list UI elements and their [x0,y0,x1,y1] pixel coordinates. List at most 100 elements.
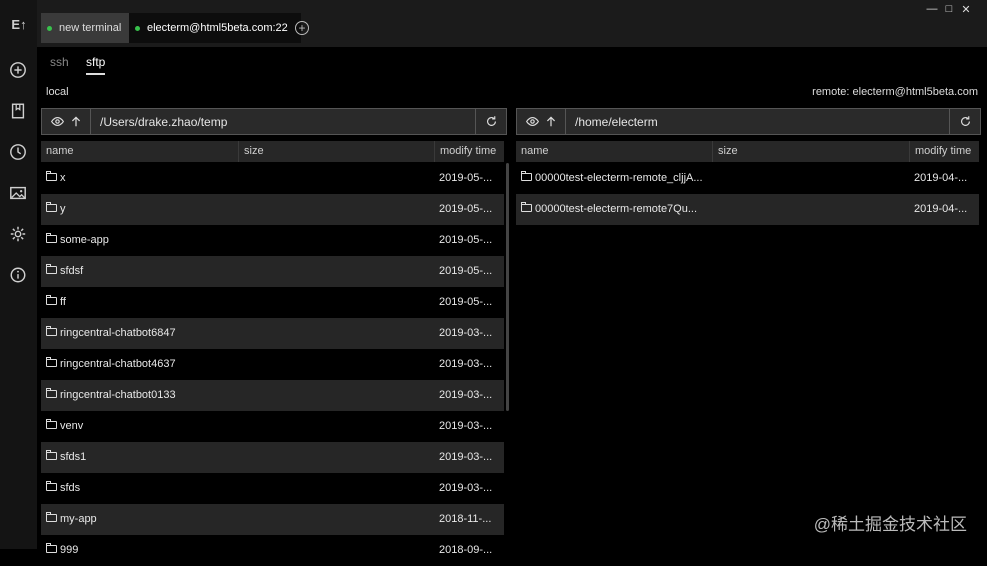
column-name[interactable]: name [41,141,238,162]
file-row[interactable]: sfds 2019-03-... [41,473,504,504]
path-actions [42,109,91,134]
remote-table-header: name size modify time [516,141,979,162]
file-modify-time: 2018-09-... [439,544,493,556]
tab-ssh[interactable]: ssh [50,55,69,69]
file-modify-time: 2019-03-... [439,358,493,370]
file-name: 999 [60,544,79,556]
file-modify-time: 2019-05-... [439,234,493,246]
file-name: sfds [60,482,81,494]
image-icon[interactable] [8,183,28,203]
folder-icon [46,295,57,305]
file-row[interactable]: y 2019-05-... [41,194,504,225]
file-modify-time: 2019-05-... [439,265,493,277]
refresh-icon[interactable] [949,109,980,134]
file-modify-time: 2019-03-... [439,389,493,401]
refresh-icon[interactable] [475,109,506,134]
info-icon[interactable] [8,265,28,285]
file-row[interactable]: ff 2019-05-... [41,287,504,318]
local-path-input[interactable]: /Users/drake.zhao/temp [91,115,475,129]
file-modify-time: 2019-03-... [439,327,493,339]
file-row[interactable]: 00000test-electerm-remote7Qu... 2019-04-.… [516,194,979,225]
folder-icon [46,388,57,398]
local-file-list: x 2019-05-... y 2019-05-... some-app 2019-05-… [41,163,504,566]
tab-new-terminal[interactable]: new terminal [41,13,135,43]
tab-label: electerm@html5beta.com:22 [147,22,288,34]
watermark: @稀土掘金技术社区 [813,515,967,534]
column-modify-time[interactable]: modify time [909,141,979,162]
folder-icon [46,419,57,429]
tab-electerm-session[interactable]: electerm@html5beta.com:22 [129,13,301,43]
path-actions [517,109,566,134]
column-modify-time[interactable]: modify time [434,141,504,162]
file-name: 00000test-electerm-remote_cljjA... [535,172,703,184]
folder-icon [521,202,532,212]
status-dot [135,25,140,31]
file-name: ff [60,296,66,308]
tab-label: new terminal [59,22,122,34]
file-modify-time: 2019-03-... [439,420,493,432]
file-modify-time: 2019-03-... [439,451,493,463]
file-row[interactable]: ringcentral-chatbot6847 2019-03-... [41,318,504,349]
file-name: 00000test-electerm-remote7Qu... [535,203,698,215]
file-name: x [60,172,66,184]
local-label: local [46,86,69,98]
file-row[interactable]: sfdsf 2019-05-... [41,256,504,287]
history-icon[interactable] [8,142,28,162]
file-row[interactable]: 999 2018-09-... [41,535,504,566]
file-name: ringcentral-chatbot4637 [60,358,176,370]
file-row[interactable]: x 2019-05-... [41,163,504,194]
tab-sftp[interactable]: sftp [86,55,106,75]
file-modify-time: 2019-04-... [914,203,968,215]
add-tab-button[interactable]: + [295,21,309,35]
gear-icon[interactable] [8,224,28,244]
local-path-bar: /Users/drake.zhao/temp [41,108,507,135]
file-name: some-app [60,234,109,246]
file-modify-time: 2019-05-... [439,296,493,308]
file-modify-time: 2019-05-... [439,172,493,184]
file-row[interactable]: my-app 2018-11-... [41,504,504,535]
file-modify-time: 2018-11-... [439,513,492,525]
remote-label: remote: electerm@html5beta.com [812,86,978,98]
tab-bar: new terminal electerm@html5beta.com:22 +… [37,0,987,47]
file-row[interactable]: ringcentral-chatbot0133 2019-03-... [41,380,504,411]
arrow-up-icon[interactable] [545,115,557,128]
sidebar: E↑ [0,0,37,549]
file-modify-time: 2019-04-... [914,172,968,184]
eye-icon[interactable] [525,115,539,128]
scrollbar[interactable] [506,163,509,411]
folder-icon [46,357,57,367]
folder-icon [46,264,57,274]
file-name: my-app [60,513,97,525]
file-row[interactable]: some-app 2019-05-... [41,225,504,256]
close-button[interactable]: ✕ [959,2,973,16]
folder-icon [46,233,57,243]
file-row[interactable]: ringcentral-chatbot4637 2019-03-... [41,349,504,380]
column-size[interactable]: size [238,141,434,162]
folder-icon [46,481,57,491]
file-row[interactable]: 00000test-electerm-remote_cljjA... 2019-0… [516,163,979,194]
bookmark-icon[interactable] [8,101,28,121]
maximize-button[interactable]: □ [942,2,956,16]
folder-icon [46,202,57,212]
app-logo: E↑ [11,16,27,32]
remote-file-list: 00000test-electerm-remote_cljjA... 2019-0… [516,163,979,225]
minimize-button[interactable]: — [925,2,939,16]
local-table-header: name size modify time [41,141,504,162]
file-name: y [60,203,66,215]
arrow-up-icon[interactable] [70,115,82,128]
eye-icon[interactable] [50,115,64,128]
remote-path-input[interactable]: /home/electerm [566,115,949,129]
column-size[interactable]: size [712,141,909,162]
folder-icon [46,543,57,553]
file-name: sfds1 [60,451,87,463]
folder-icon [46,326,57,336]
folder-icon [46,171,57,181]
remote-path-bar: /home/electerm [516,108,981,135]
folder-icon [521,171,532,181]
file-name: ringcentral-chatbot6847 [60,327,176,339]
file-row[interactable]: sfds1 2019-03-... [41,442,504,473]
file-row[interactable]: venv 2019-03-... [41,411,504,442]
status-dot [47,25,52,31]
plus-circle-icon[interactable] [8,60,28,80]
column-name[interactable]: name [516,141,712,162]
